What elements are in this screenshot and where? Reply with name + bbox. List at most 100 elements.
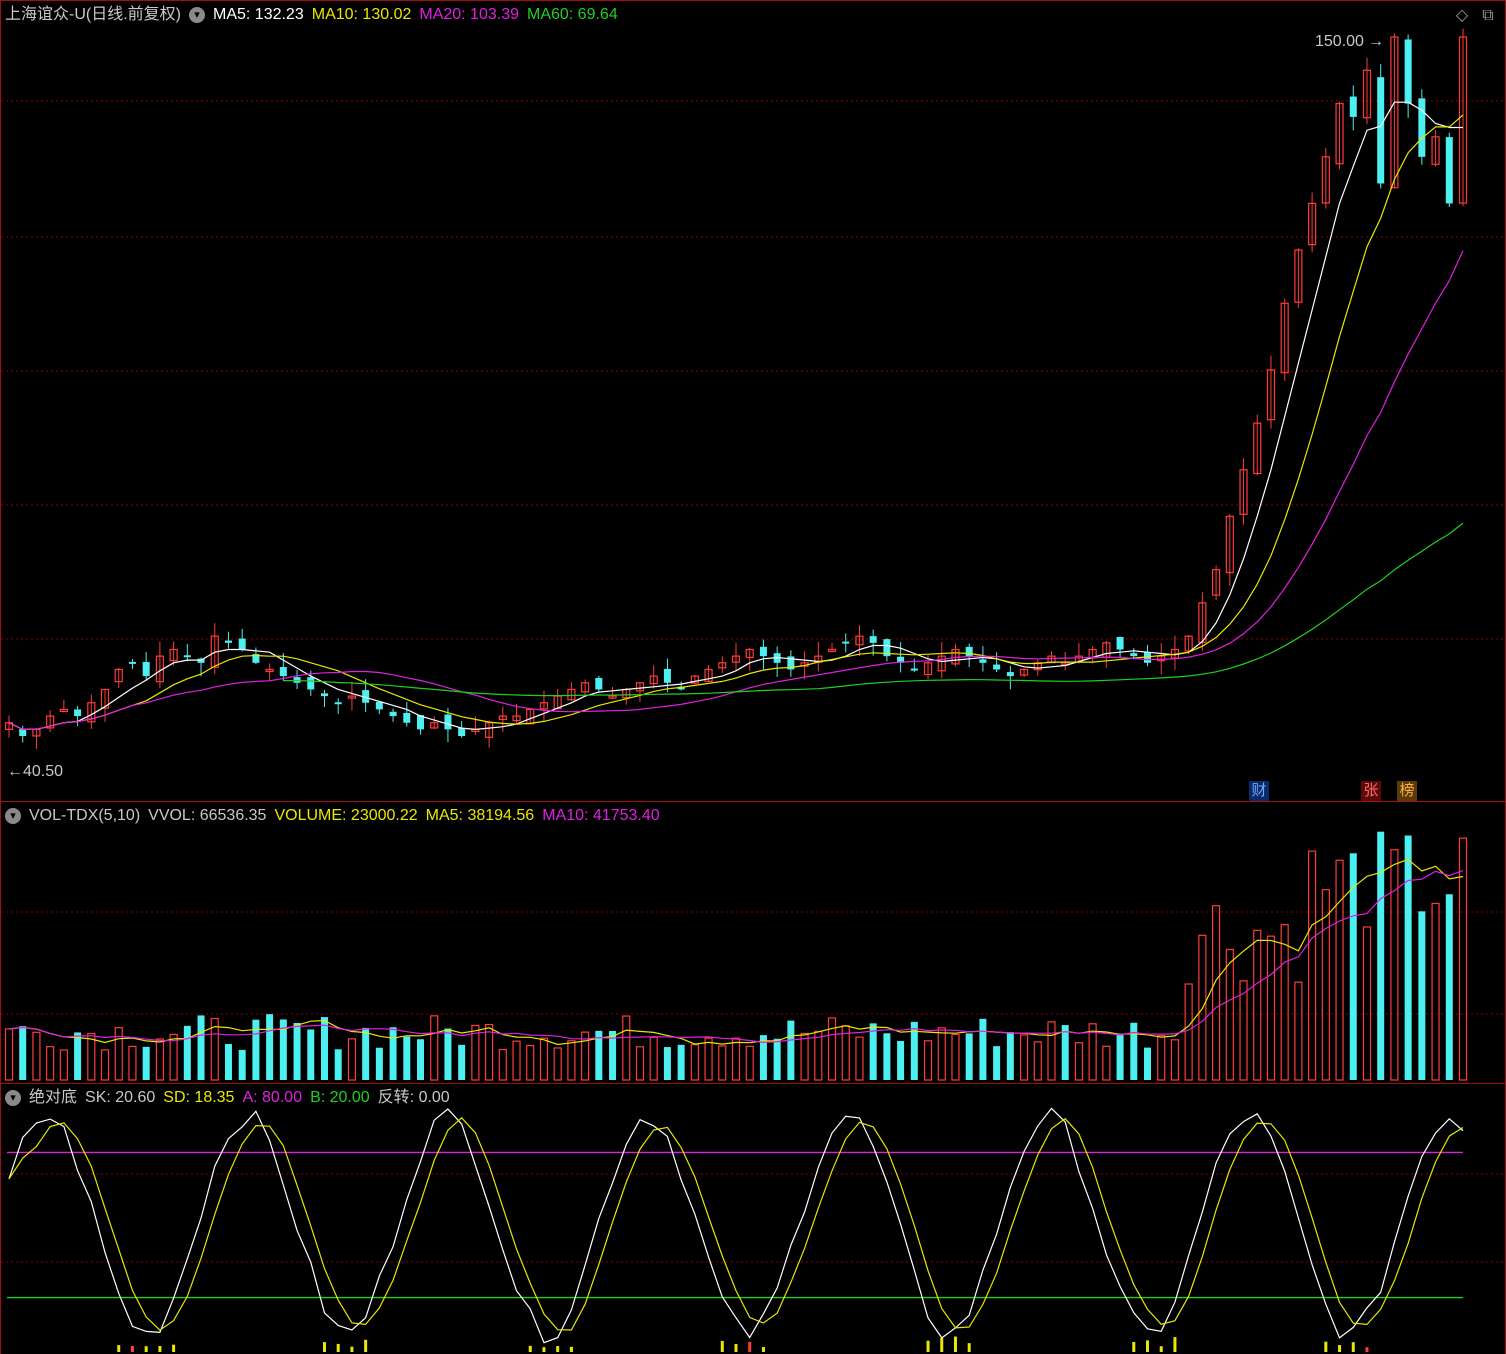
finance-tag[interactable]: 财	[1249, 781, 1269, 801]
vol-indicator-name[interactable]: VOL-TDX(5,10)	[29, 806, 140, 826]
volume-bar	[800, 1032, 809, 1081]
candle-body	[444, 714, 452, 730]
high-price-marker: 150.00 →	[1315, 33, 1384, 50]
volume-bar	[87, 1032, 96, 1081]
candle-body	[1445, 137, 1453, 204]
vol-ma5-value: MA5: 38194.56	[425, 807, 535, 824]
candle-body	[979, 659, 987, 663]
b-value: B: 20.00	[310, 1089, 370, 1106]
volume-bar	[252, 1019, 260, 1080]
low-price-marker: ←40.50	[7, 763, 64, 780]
volume-chart[interactable]	[1, 802, 1505, 1082]
volume-bar	[1431, 902, 1440, 1081]
volume-bar	[1184, 983, 1193, 1081]
volume-bar	[1377, 831, 1385, 1080]
sk-value: SK: 20.60	[85, 1089, 156, 1106]
candle-body	[993, 664, 1001, 670]
candle-body	[403, 712, 411, 723]
volume-bar	[4, 1028, 14, 1081]
volume-bar	[403, 1036, 411, 1080]
vvol-value: VVOL: 66536.35	[148, 807, 267, 824]
signal-bar	[1146, 1340, 1150, 1352]
volume-bar	[114, 1027, 123, 1081]
ma60-line	[283, 522, 1464, 697]
volume-pane[interactable]: ▾ VOL-TDX(5,10) VVOL: 66536.35 VOLUME: 2…	[0, 802, 1506, 1084]
signal-bar	[748, 1341, 752, 1352]
ma5-line	[8, 101, 1463, 731]
volume-bar	[1102, 1045, 1111, 1081]
volume-bar	[74, 1032, 82, 1080]
volume-bar	[635, 1046, 645, 1081]
volume-bar	[32, 1031, 41, 1081]
volume-bar	[910, 1021, 918, 1080]
indicator-pane[interactable]: ▾ 绝对底 SK: 20.60 SD: 18.35 A: 80.00 B: 20…	[0, 1084, 1506, 1354]
signal-bar	[569, 1346, 573, 1352]
volume-bar	[883, 1033, 891, 1080]
volume-value: VOLUME: 23000.22	[274, 807, 418, 824]
volume-bar	[1362, 926, 1372, 1081]
signal-bar	[130, 1346, 134, 1352]
price-chart-pane[interactable]: 上海谊众-U(日线.前复权) ▾ MA5: 132.23 MA10: 130.0…	[0, 0, 1506, 802]
signal-bar	[953, 1336, 957, 1352]
volume-bar	[197, 1015, 205, 1080]
volume-bar	[100, 1049, 110, 1081]
candle-body	[74, 709, 82, 717]
volume-bar	[787, 1020, 795, 1080]
volume-bar	[512, 1040, 521, 1081]
signal-bar	[1351, 1342, 1355, 1352]
candle-body	[224, 640, 232, 643]
signal-bar	[172, 1344, 176, 1352]
signal-bar	[117, 1345, 121, 1352]
volume-bar	[622, 1015, 631, 1081]
volume-bar	[1445, 894, 1453, 1080]
volume-bar	[937, 1027, 946, 1081]
volume-bar	[389, 1027, 397, 1080]
chevron-down-icon[interactable]: ▾	[5, 808, 21, 824]
volume-bar	[1458, 837, 1468, 1081]
chevron-down-icon[interactable]: ▾	[5, 1090, 21, 1106]
volume-bar	[897, 1040, 905, 1080]
volume-bar	[731, 1037, 741, 1081]
volume-bar	[142, 1046, 150, 1080]
volume-bar	[773, 1038, 781, 1080]
volume-bar	[498, 1048, 507, 1081]
sd-value: SD: 18.35	[163, 1089, 235, 1106]
candle-body	[458, 727, 466, 737]
volume-bar	[293, 1022, 301, 1080]
volume-bar	[19, 1026, 27, 1080]
volume-bar	[1294, 981, 1303, 1081]
candle-body	[1116, 636, 1124, 650]
volume-bar	[745, 1045, 754, 1081]
volume-bar	[1144, 1047, 1152, 1080]
signal-bar	[350, 1346, 354, 1352]
signal-bar	[158, 1345, 162, 1352]
candlestick-chart[interactable]	[1, 1, 1505, 801]
signal-bar	[364, 1339, 368, 1352]
vol-ma10-line	[8, 869, 1464, 1044]
volume-bar	[155, 1038, 164, 1081]
volume-bar	[1239, 980, 1248, 1081]
signal-bar	[734, 1344, 738, 1352]
candle-body	[663, 668, 671, 683]
limit-up-tag[interactable]: 张	[1361, 781, 1381, 801]
dragon-tiger-tag[interactable]: 榜	[1397, 781, 1417, 801]
signal-bar	[322, 1342, 326, 1352]
indicator-name[interactable]: 绝对底	[29, 1088, 77, 1108]
sk-line	[8, 1107, 1464, 1344]
volume-bar	[307, 1029, 315, 1080]
volume-bar	[993, 1046, 1001, 1080]
volume-bar	[128, 1045, 137, 1081]
candle-body	[1377, 77, 1385, 184]
candle-body	[389, 711, 397, 717]
candle-body	[19, 729, 27, 737]
volume-bar	[1225, 948, 1234, 1081]
signal-bar	[940, 1337, 944, 1352]
volume-bar	[1280, 924, 1289, 1081]
vol-ma5-line	[8, 858, 1464, 1046]
volume-bar	[1130, 1022, 1138, 1080]
volume-bar	[444, 1028, 452, 1080]
candle-body	[128, 661, 136, 664]
indicator-chart[interactable]	[1, 1084, 1505, 1354]
volume-bar	[238, 1049, 246, 1080]
volume-bar	[1390, 849, 1399, 1081]
